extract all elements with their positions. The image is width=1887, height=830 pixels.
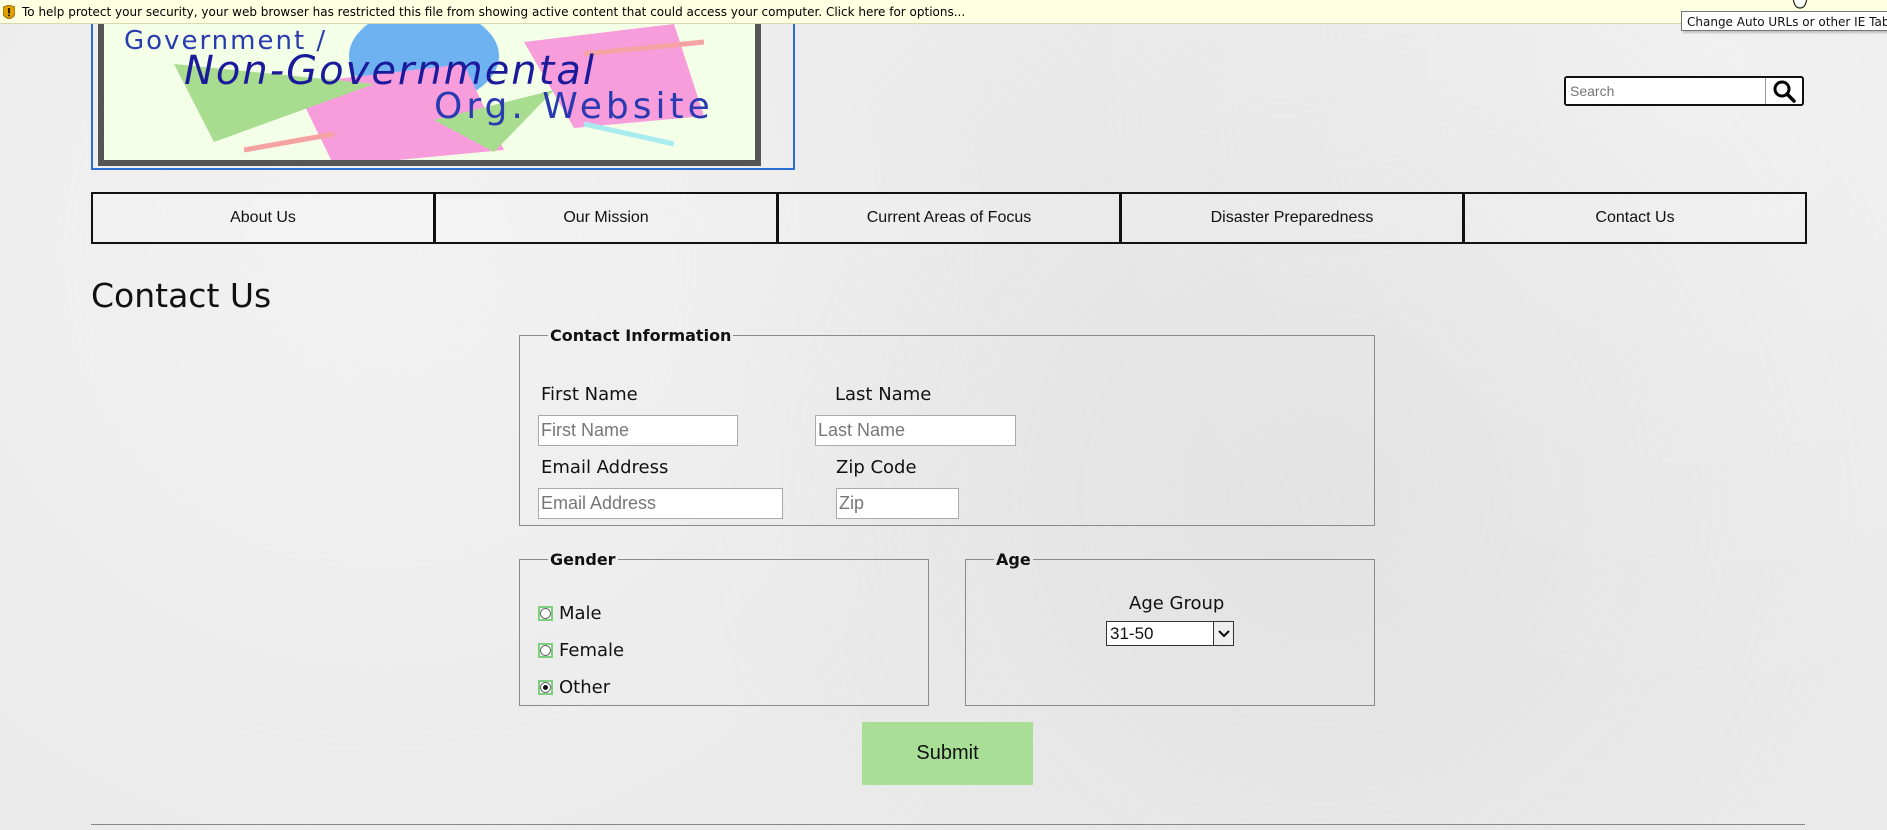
age-legend: Age	[996, 550, 1031, 569]
infobar-message: To help protect your security, your web …	[22, 5, 966, 19]
security-infobar[interactable]: To help protect your security, your web …	[0, 0, 1887, 24]
gender-fieldset: Gender Male Female Other	[519, 550, 929, 706]
age-group-label: Age Group	[1129, 593, 1225, 614]
ie-tab-tooltip: Change Auto URLs or other IE Tab setting…	[1681, 11, 1887, 31]
logo-line-3: Org. Website	[434, 86, 714, 127]
mouse-cursor-icon	[1792, 0, 1808, 9]
nav-label: Disaster Preparedness	[1210, 209, 1374, 226]
nav-item-contact-us[interactable]: Contact Us	[1462, 192, 1807, 244]
age-group-select[interactable]: 31-50	[1106, 621, 1234, 646]
search-icon	[1773, 80, 1796, 103]
contact-info-legend: Contact Information	[550, 326, 732, 345]
nav-item-our-mission[interactable]: Our Mission	[433, 192, 778, 244]
age-group-value: 31-50	[1110, 624, 1154, 643]
last-name-field[interactable]	[815, 415, 1016, 446]
gender-option-other[interactable]: Other	[538, 677, 610, 698]
gender-option-female[interactable]: Female	[538, 640, 624, 661]
nav-label: Contact Us	[1595, 209, 1675, 226]
logo-link[interactable]: Government / Non-Governmental Org. Websi…	[91, 24, 795, 170]
nav-item-disaster-preparedness[interactable]: Disaster Preparedness	[1119, 192, 1464, 244]
nav-label: Current Areas of Focus	[866, 209, 1032, 226]
nav-item-current-areas-of-focus[interactable]: Current Areas of Focus	[776, 192, 1121, 244]
gender-option-male[interactable]: Male	[538, 603, 602, 624]
submit-button[interactable]: Submit	[862, 722, 1033, 785]
nav-label: About Us	[230, 209, 296, 226]
footer-divider	[91, 824, 1805, 825]
search-button[interactable]	[1766, 78, 1802, 104]
last-name-label: Last Name	[835, 384, 932, 405]
nav-item-about-us[interactable]: About Us	[91, 192, 435, 244]
radio-label: Female	[559, 640, 625, 661]
zip-field[interactable]	[836, 488, 959, 519]
search-box	[1564, 76, 1804, 106]
shield-warning-icon	[3, 5, 15, 19]
tooltip-text: Change Auto URLs or other IE Tab setting…	[1687, 15, 1887, 29]
page-title: Contact Us	[91, 276, 272, 315]
age-fieldset: Age Age Group 31-50	[965, 550, 1375, 706]
first-name-label: First Name	[541, 384, 638, 405]
radio-female[interactable]	[538, 643, 553, 658]
chevron-down-icon	[1213, 622, 1233, 645]
radio-male[interactable]	[538, 606, 553, 621]
contact-info-fieldset: Contact Information First Name Last Name…	[519, 326, 1375, 526]
search-input[interactable]	[1566, 78, 1766, 104]
radio-other[interactable]	[538, 680, 553, 695]
site-logo: Government / Non-Governmental Org. Websi…	[98, 24, 761, 166]
first-name-field[interactable]	[538, 415, 738, 446]
nav-label: Our Mission	[563, 209, 649, 226]
radio-label: Other	[559, 677, 611, 698]
gender-legend: Gender	[550, 550, 616, 569]
email-field[interactable]	[538, 488, 783, 519]
zip-label: Zip Code	[836, 457, 917, 478]
main-nav: About Us Our Mission Current Areas of Fo…	[91, 192, 1807, 244]
email-label: Email Address	[541, 457, 669, 478]
radio-label: Male	[559, 603, 602, 624]
